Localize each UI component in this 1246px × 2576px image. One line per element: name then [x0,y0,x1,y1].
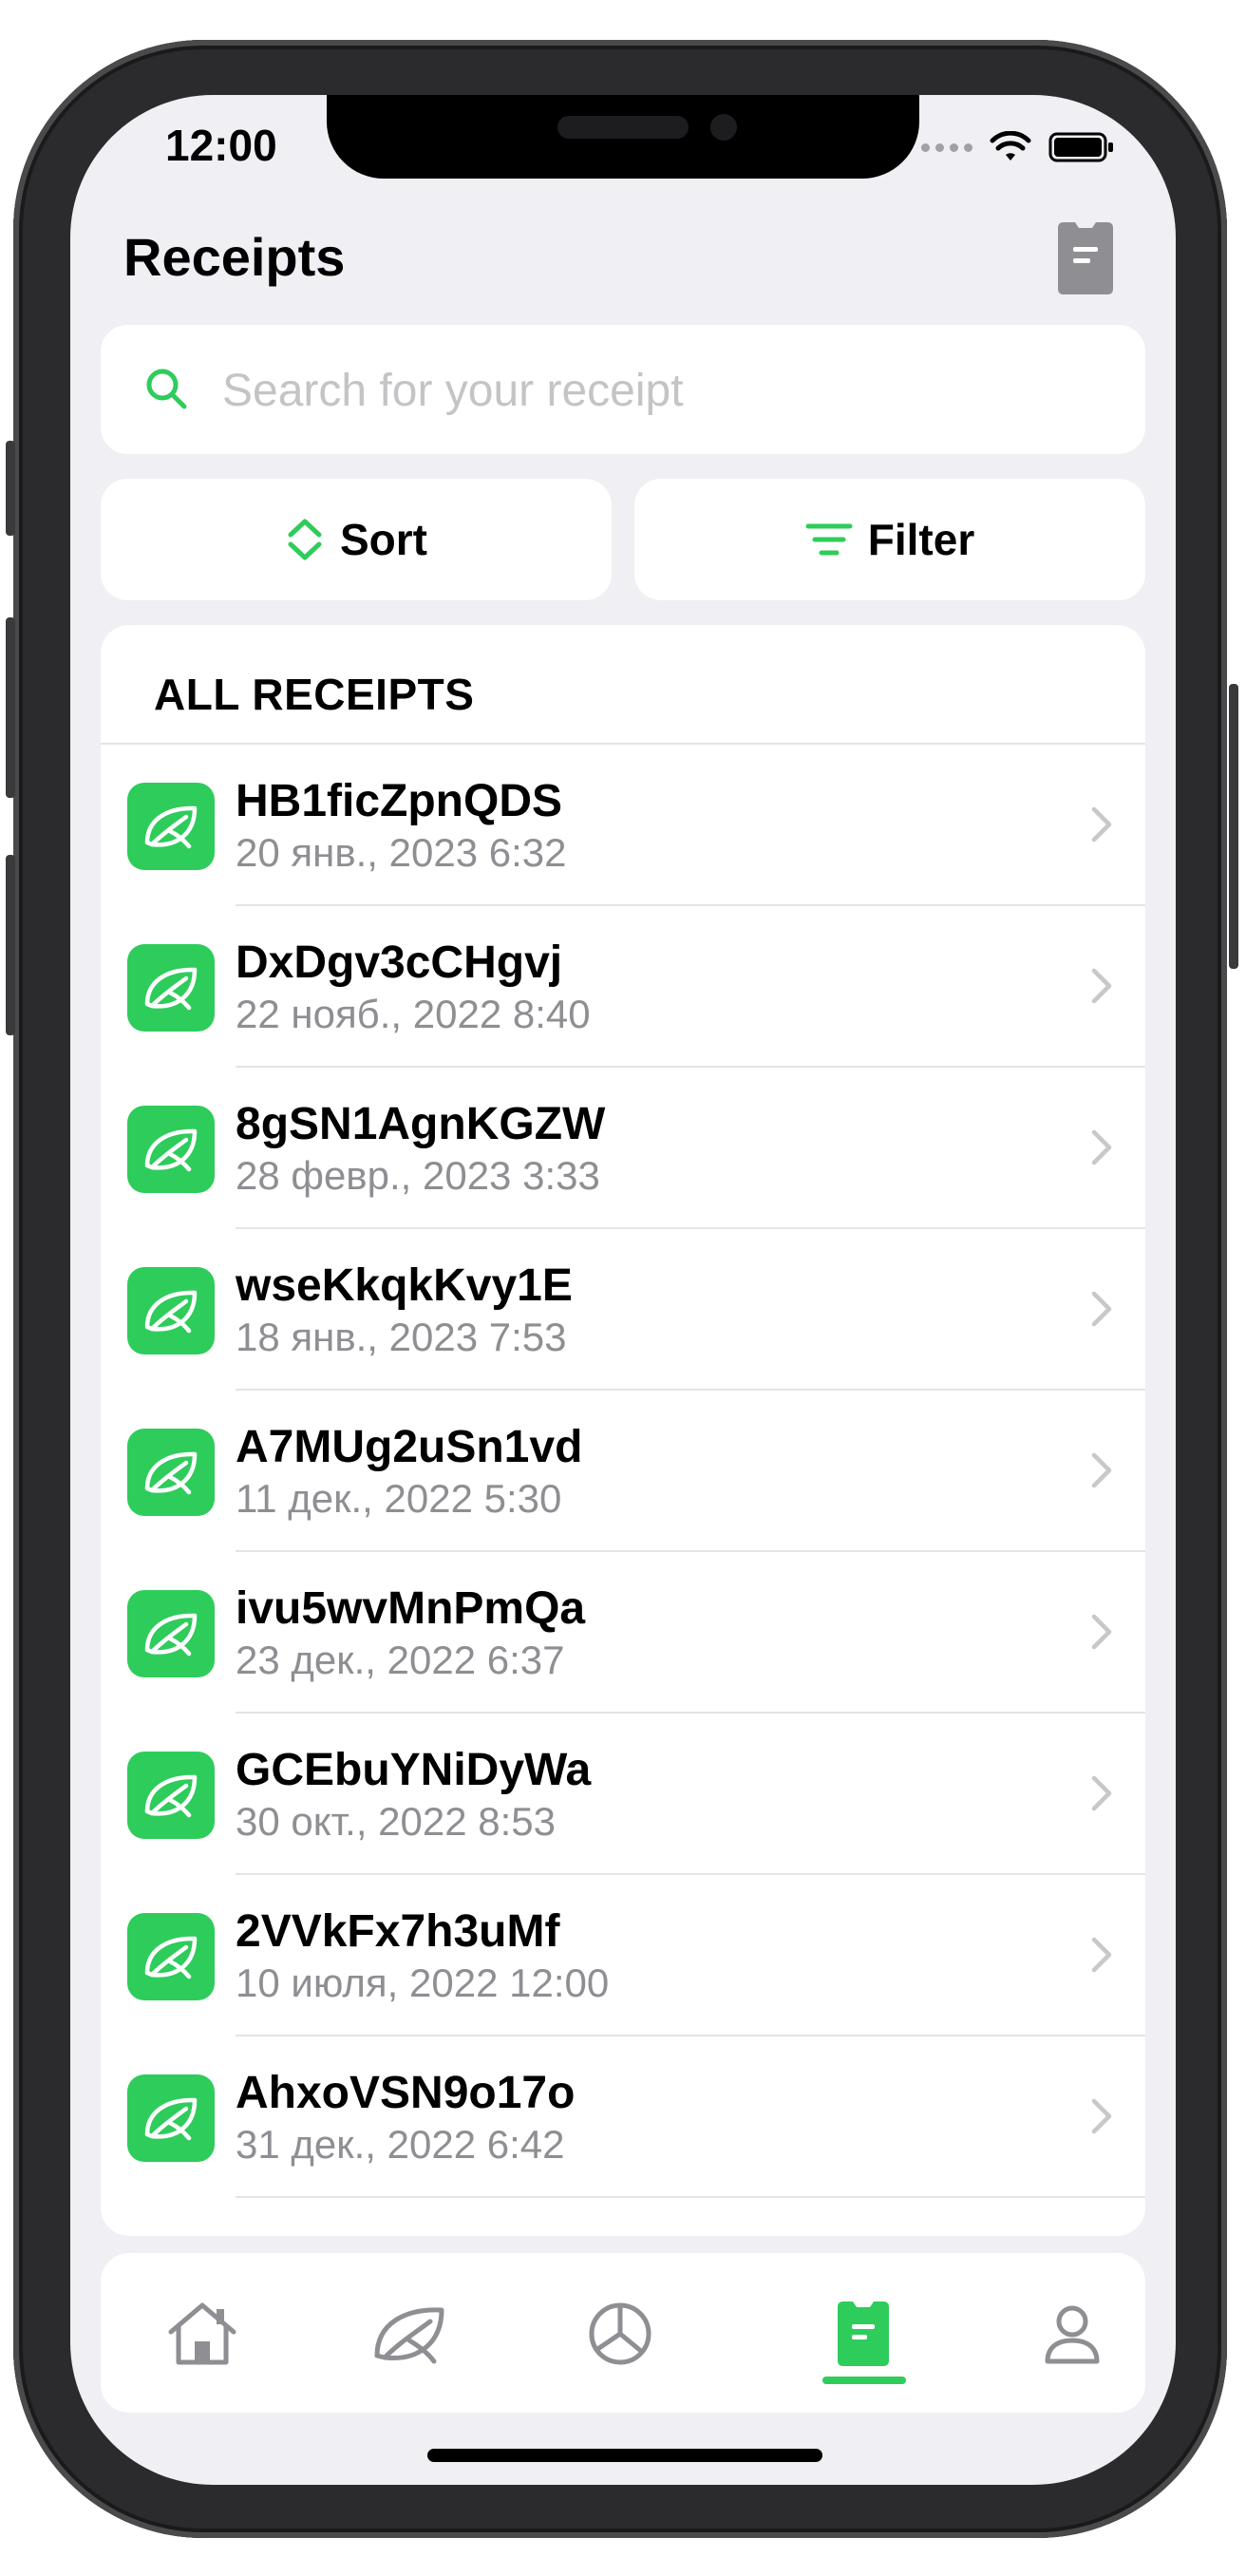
chevron-right-icon [1091,806,1112,843]
receipt-leaf-badge [127,1429,215,1516]
receipt-id: 8gSN1AgnKGZW [236,1099,606,1149]
sort-icon [288,519,322,560]
chevron-right-icon [1091,1614,1112,1650]
receipt-icon [838,2301,889,2366]
leaf-icon [144,805,198,849]
wifi-icon [990,131,1031,161]
receipt-leaf-badge [127,1590,215,1677]
receipt-row[interactable]: HB1ficZpnQDS 20 янв., 2023 6:32 [101,745,1145,906]
receipt-leaf-badge [127,944,215,1032]
leaf-icon [374,2307,444,2364]
receipt-date: 20 янв., 2023 6:32 [236,830,567,875]
profile-icon [1045,2305,1100,2364]
speaker [557,116,689,139]
leaf-icon [144,2097,198,2141]
leaf-icon [144,1128,198,1172]
receipt-leaf-badge [127,1752,215,1839]
receipt-id: A7MUg2uSn1vd [236,1422,583,1472]
tab-stats[interactable] [577,2291,663,2377]
tab-receipts[interactable] [821,2291,906,2377]
receipt-id: AhxoVSN9o17o [236,2068,576,2118]
filter-button[interactable]: Filter [634,479,1145,600]
tab-home[interactable] [160,2291,245,2377]
receipt-row[interactable]: 2VVkFx7h3uMf 10 июля, 2022 12:00 [101,1875,1145,2036]
tab-leaf[interactable] [367,2291,452,2377]
sort-button[interactable]: Sort [101,479,612,600]
receipt-date: 18 янв., 2023 7:53 [236,1315,567,1359]
row-divider [236,2196,1145,2198]
search-bar[interactable] [101,325,1145,454]
receipt-id: 2VVkFx7h3uMf [236,1906,560,1957]
chevron-right-icon [1091,1129,1112,1165]
receipt-id: DxDgv3cCHgvj [236,938,563,988]
chevron-right-icon [1091,968,1112,1004]
receipt-leaf-badge [127,1913,215,2000]
status-time: 12:00 [165,121,277,170]
front-camera [710,114,737,141]
leaf-icon [144,1613,198,1657]
receipt-icon[interactable] [1054,220,1117,296]
receipt-date: 28 февр., 2023 3:33 [236,1153,600,1198]
leaf-icon [144,1290,198,1334]
home-indicator [427,2449,822,2462]
receipt-leaf-badge [127,783,215,870]
search-input[interactable] [220,357,1079,424]
receipt-rows: HB1ficZpnQDS 20 янв., 2023 6:32 DxDgv3cC… [101,745,1145,2198]
page-title: Receipts [123,227,346,287]
receipts-list: ALL RECEIPTS HB1ficZpnQDS 20 янв., 2023 … [101,625,1145,2236]
receipt-row[interactable]: wseKkqkKvy1E 18 янв., 2023 7:53 [101,1229,1145,1391]
tab-profile[interactable] [1029,2291,1115,2377]
receipt-row[interactable]: AhxoVSN9o17o 31 дек., 2022 6:42 [101,2036,1145,2198]
signal-dots-icon [921,142,972,152]
leaf-icon [144,1451,198,1495]
receipt-date: 10 июля, 2022 12:00 [236,1960,610,2005]
receipt-row[interactable]: GCEbuYNiDyWa 30 окт., 2022 8:53 [101,1714,1145,1875]
status-indicators [921,131,1115,163]
receipt-row[interactable]: 8gSN1AgnKGZW 28 февр., 2023 3:33 [101,1068,1145,1229]
receipt-row[interactable]: ivu5wvMnPmQa 23 дек., 2022 6:37 [101,1552,1145,1714]
chevron-right-icon [1091,1775,1112,1811]
home-icon [168,2302,236,2365]
search-icon [146,369,187,409]
active-tab-indicator [822,2377,906,2384]
sort-label: Sort [340,515,427,564]
side-button [6,855,15,1035]
leaf-icon [144,1774,198,1818]
receipt-leaf-badge [127,1106,215,1193]
screen: 12:00 Receipts Sort [70,95,1176,2485]
receipt-leaf-badge [127,2074,215,2162]
notch [327,95,919,179]
pie-chart-icon [589,2302,651,2365]
battery-icon [1048,132,1113,162]
list-header: ALL RECEIPTS [154,670,475,719]
side-button [1229,684,1238,969]
leaf-icon [144,1936,198,1979]
receipt-leaf-badge [127,1267,215,1354]
tab-bar [101,2253,1145,2413]
receipt-date: 31 дек., 2022 6:42 [236,2122,565,2167]
receipt-date: 22 нояб., 2022 8:40 [236,992,591,1036]
side-button [6,617,15,798]
filter-label: Filter [867,515,975,564]
receipt-date: 23 дек., 2022 6:37 [236,1638,565,1682]
receipt-id: HB1ficZpnQDS [236,776,563,826]
side-button [6,441,15,536]
chevron-right-icon [1091,1452,1112,1488]
receipt-date: 11 дек., 2022 5:30 [236,1476,562,1521]
chevron-right-icon [1091,2098,1112,2134]
filter-icon [805,523,853,556]
receipt-row[interactable]: DxDgv3cCHgvj 22 нояб., 2022 8:40 [101,906,1145,1068]
chevron-right-icon [1091,1291,1112,1327]
receipt-id: wseKkqkKvy1E [236,1260,573,1311]
leaf-icon [144,967,198,1011]
receipt-id: GCEbuYNiDyWa [236,1745,592,1795]
receipt-row[interactable]: A7MUg2uSn1vd 11 дек., 2022 5:30 [101,1391,1145,1552]
chevron-right-icon [1091,1937,1112,1973]
receipt-date: 30 окт., 2022 8:53 [236,1799,557,1844]
receipt-id: ivu5wvMnPmQa [236,1583,586,1634]
